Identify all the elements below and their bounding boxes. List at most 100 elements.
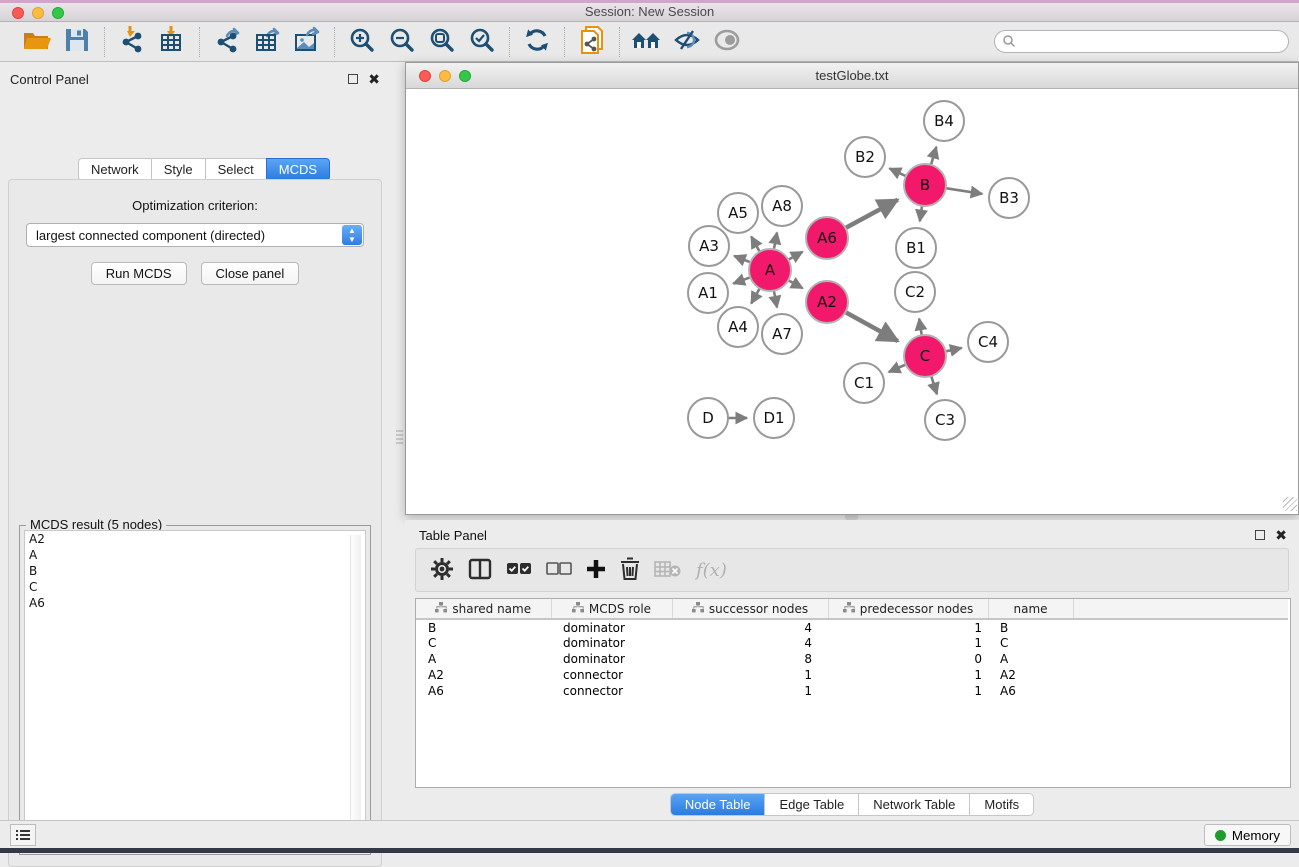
cell-name[interactable]: C (988, 635, 1073, 651)
cell-successor-nodes[interactable]: 1 (672, 667, 828, 683)
cell-shared-name[interactable]: A6 (416, 683, 551, 699)
cell-predecessor-nodes[interactable]: 1 (828, 635, 988, 651)
column-header-shared-name[interactable]: shared name (416, 599, 551, 619)
edge-B-B3[interactable] (946, 188, 983, 194)
network-close-button[interactable] (419, 70, 431, 82)
search-input[interactable] (994, 30, 1289, 53)
node-A3[interactable]: A3 (689, 226, 729, 266)
edge-C-C3[interactable] (931, 376, 937, 394)
column-header-successor-nodes[interactable]: successor nodes (672, 599, 828, 619)
task-history-button[interactable] (10, 824, 36, 846)
edge-A6-B[interactable] (845, 200, 897, 228)
zoom-in-button[interactable] (345, 26, 379, 58)
refresh-layout-button[interactable] (520, 26, 554, 58)
table-row[interactable]: A6connector11A6 (416, 683, 1288, 699)
tab-edge-table[interactable]: Edge Table (765, 794, 859, 815)
node-C2[interactable]: C2 (895, 272, 935, 312)
edge-A-A2[interactable] (788, 280, 802, 288)
edge-A-A8[interactable] (774, 233, 777, 250)
run-mcds-button[interactable]: Run MCDS (91, 262, 187, 285)
cell-predecessor-nodes[interactable]: 1 (828, 667, 988, 683)
table-row[interactable]: Bdominator41B (416, 619, 1288, 635)
deselect-all-button[interactable] (546, 562, 572, 579)
node-C4[interactable]: C4 (968, 322, 1008, 362)
tab-network-table[interactable]: Network Table (859, 794, 970, 815)
close-panel-button[interactable]: Close panel (201, 262, 300, 285)
cell-predecessor-nodes[interactable]: 1 (828, 683, 988, 699)
node-C3[interactable]: C3 (925, 400, 965, 440)
node-table[interactable]: shared nameMCDS rolesuccessor nodesprede… (415, 598, 1291, 788)
close-table-panel-icon[interactable]: ✖ (1275, 530, 1287, 540)
edge-A-A1[interactable] (733, 277, 750, 283)
node-A7[interactable]: A7 (762, 314, 802, 354)
memory-button[interactable]: Memory (1204, 824, 1291, 846)
node-A6[interactable]: A6 (806, 217, 848, 259)
export-image-button[interactable] (290, 26, 324, 58)
column-header-MCDS-role[interactable]: MCDS role (551, 599, 672, 619)
cell-MCDS-role[interactable]: dominator (551, 619, 672, 635)
network-graph[interactable]: B4B2BB3A8A5A6A3B1AC2A1A2A4A7C4CC1C3DD1 (408, 89, 1296, 510)
zoom-fit-button[interactable] (425, 26, 459, 58)
show-all-button[interactable] (710, 26, 744, 58)
tab-mcds[interactable]: MCDS (266, 158, 330, 181)
export-network-button[interactable] (210, 26, 244, 58)
cell-successor-nodes[interactable]: 1 (672, 683, 828, 699)
edge-A-A4[interactable] (751, 288, 760, 303)
node-A8[interactable]: A8 (762, 186, 802, 226)
cell-shared-name[interactable]: A (416, 651, 551, 667)
first-neighbors-button[interactable] (630, 26, 664, 58)
export-table-button[interactable] (250, 26, 284, 58)
tab-motifs[interactable]: Motifs (970, 794, 1033, 815)
result-item[interactable]: A (25, 547, 365, 563)
node-A2[interactable]: A2 (806, 281, 848, 323)
edge-C-C2[interactable] (919, 319, 922, 336)
edge-B-B1[interactable] (920, 206, 922, 221)
delete-column-button[interactable] (620, 557, 640, 584)
cell-shared-name[interactable]: A2 (416, 667, 551, 683)
result-item[interactable]: A6 (25, 595, 365, 611)
edge-A-A6[interactable] (788, 252, 802, 260)
node-B1[interactable]: B1 (896, 228, 936, 268)
node-B[interactable]: B (904, 164, 946, 206)
horizontal-divider[interactable] (405, 515, 1299, 519)
edge-A-A3[interactable] (734, 256, 750, 262)
table-row[interactable]: Adominator80A (416, 651, 1288, 667)
tab-network[interactable]: Network (78, 158, 151, 181)
node-B4[interactable]: B4 (924, 101, 964, 141)
cell-name[interactable]: A6 (988, 683, 1073, 699)
result-item[interactable]: A2 (25, 531, 365, 547)
cell-predecessor-nodes[interactable]: 1 (828, 619, 988, 635)
tab-style[interactable]: Style (151, 158, 205, 181)
vertical-divider-grip[interactable] (396, 430, 403, 445)
node-B3[interactable]: B3 (989, 178, 1029, 218)
import-table-button[interactable] (155, 26, 189, 58)
select-all-button[interactable] (506, 562, 532, 579)
result-scrollbar[interactable] (350, 535, 361, 845)
edge-C-C1[interactable] (889, 364, 906, 372)
cell-shared-name[interactable]: B (416, 619, 551, 635)
table-row[interactable]: Cdominator41C (416, 635, 1288, 651)
gear-button[interactable] (430, 557, 454, 584)
result-item[interactable]: B (25, 563, 365, 579)
column-header-name[interactable]: name (988, 599, 1073, 619)
edge-A2-C[interactable] (845, 312, 897, 341)
save-session-button[interactable] (60, 26, 94, 58)
edge-B-B4[interactable] (931, 147, 936, 165)
close-panel-icon[interactable]: ✖ (368, 74, 380, 84)
hide-selected-button[interactable] (670, 26, 704, 58)
cell-successor-nodes[interactable]: 4 (672, 619, 828, 635)
clear-table-button[interactable] (654, 559, 682, 582)
network-zoom-button[interactable] (459, 70, 471, 82)
cell-name[interactable]: A2 (988, 667, 1073, 683)
node-A4[interactable]: A4 (718, 307, 758, 347)
node-A1[interactable]: A1 (688, 273, 728, 313)
edge-A-A5[interactable] (751, 237, 760, 252)
resize-grip-icon[interactable] (1283, 497, 1297, 511)
node-D[interactable]: D (688, 398, 728, 438)
node-A[interactable]: A (749, 249, 791, 291)
cell-shared-name[interactable]: C (416, 635, 551, 651)
add-column-button[interactable] (586, 559, 606, 582)
optimization-criterion-dropdown[interactable]: largest connected component (directed) ▲… (26, 223, 364, 247)
open-session-button[interactable] (20, 26, 54, 58)
node-D1[interactable]: D1 (754, 398, 794, 438)
